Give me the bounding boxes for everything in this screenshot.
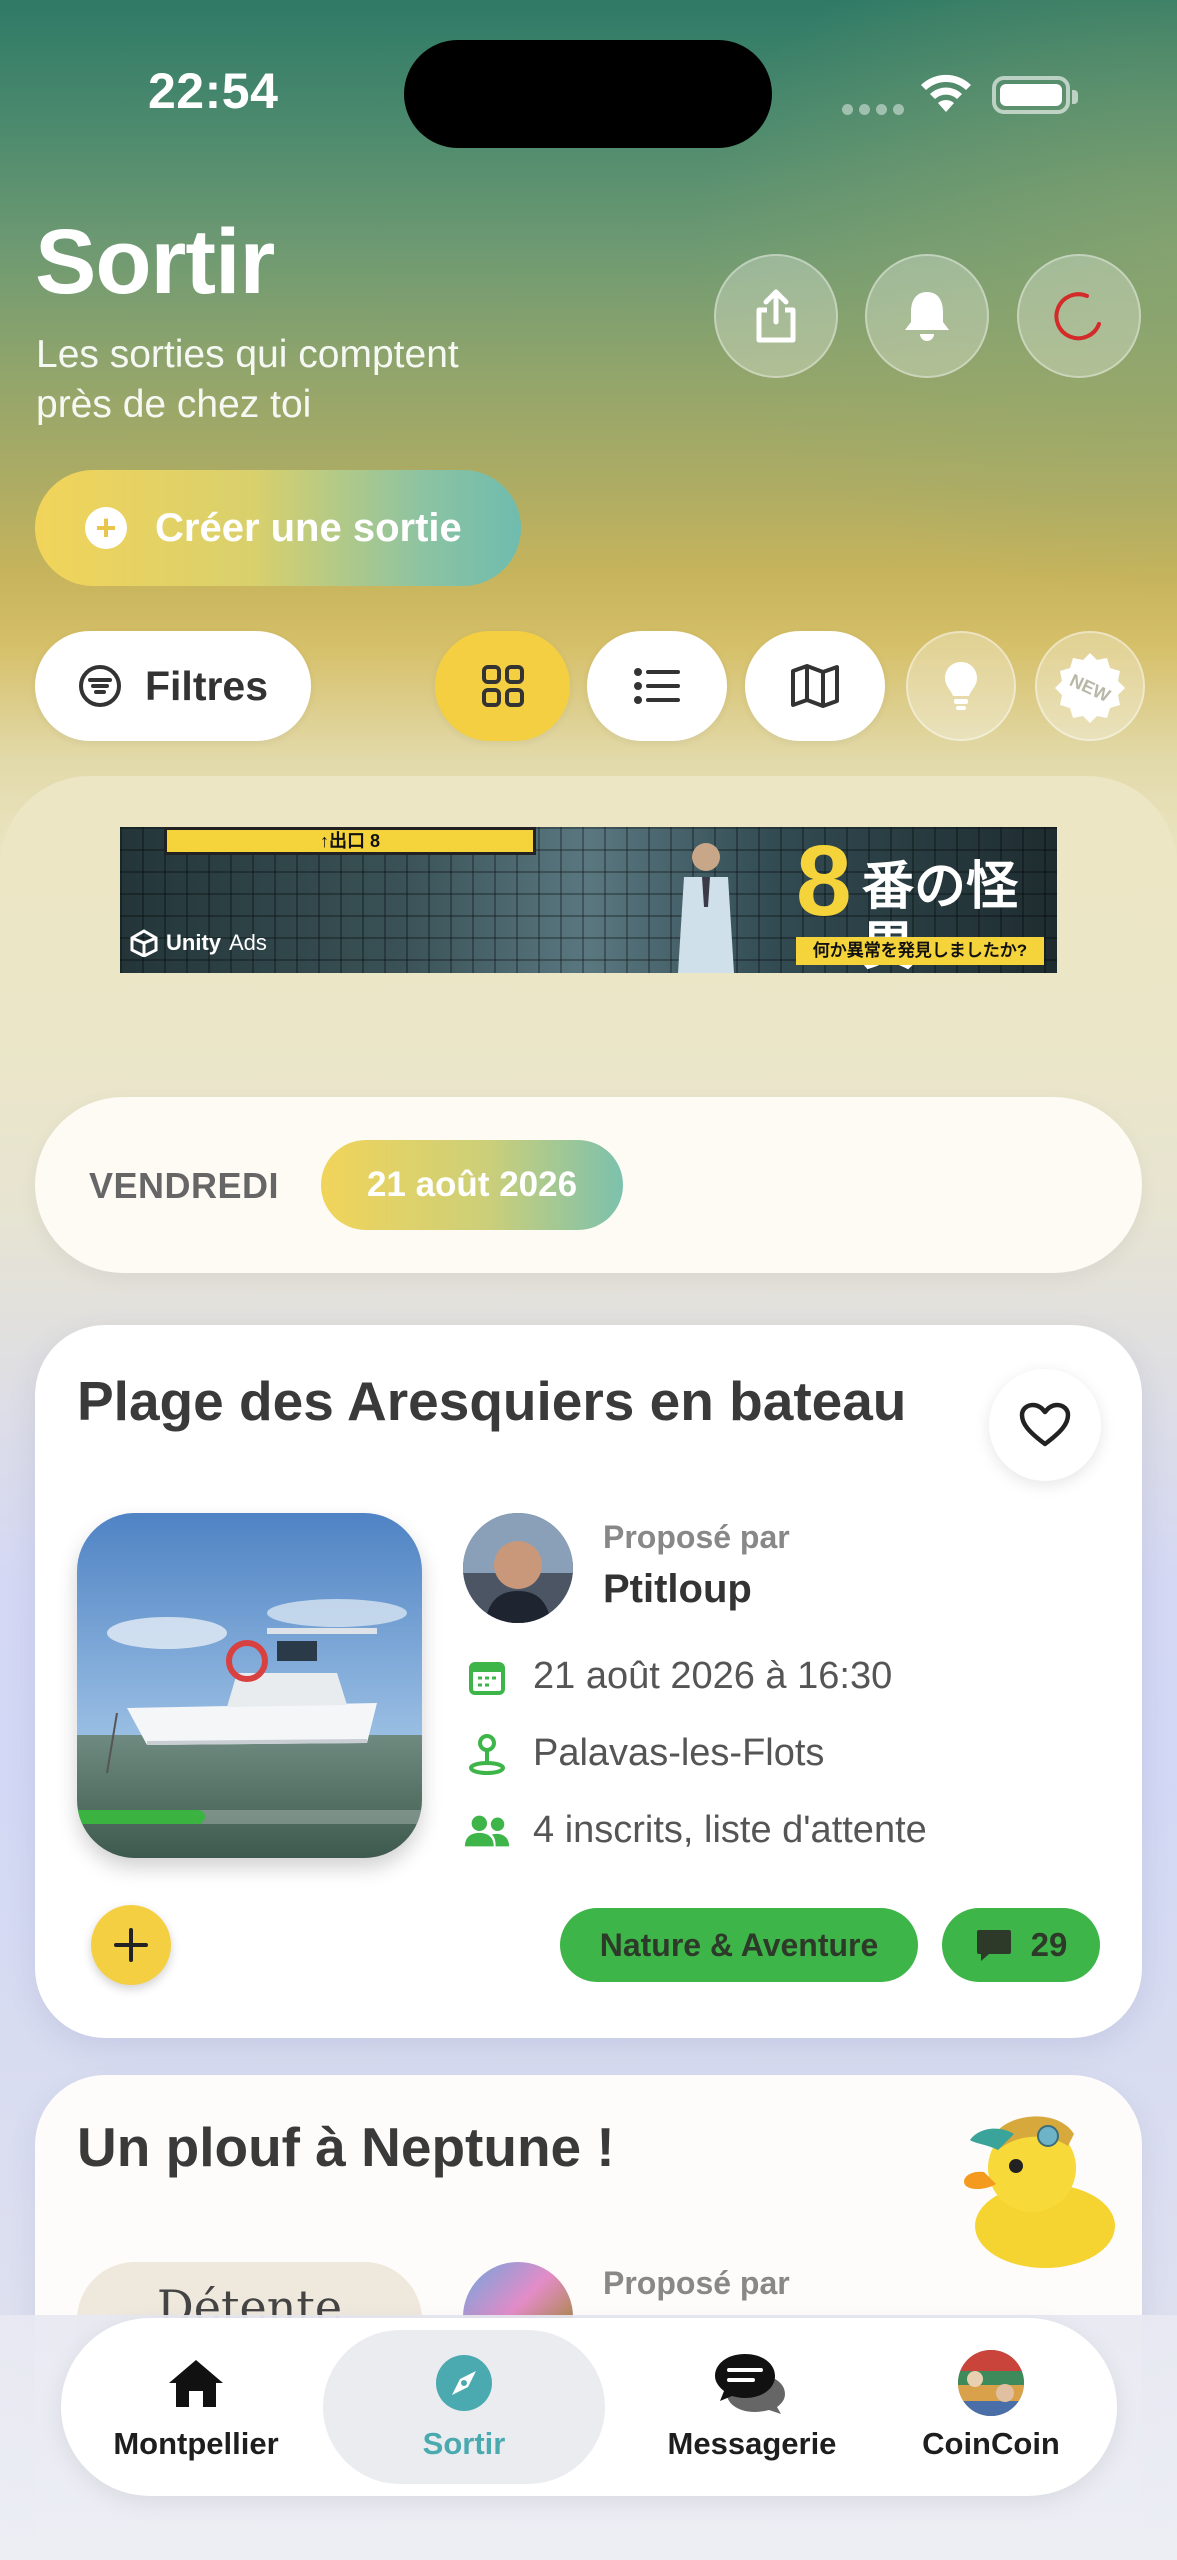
chat-icon [715,2354,785,2414]
plus-icon: + [85,507,127,549]
profile-ring-button[interactable] [1017,254,1141,378]
day-header: VENDREDI 21 août 2026 [35,1097,1142,1273]
subtitle-line-2: près de chez toi [36,383,312,426]
category-badge[interactable]: Nature & Aventure [560,1908,918,1982]
ad-provider-name: Unity [166,930,221,955]
ideas-button[interactable] [906,631,1016,741]
create-outing-button[interactable]: + Créer une sortie [35,470,521,586]
calendar-icon [469,1661,505,1695]
subtitle-line-1: Les sorties qui comptent [36,333,459,376]
join-event-button[interactable] [91,1905,171,1985]
nav-item-coincoin[interactable]: CoinCoin [891,2330,1091,2484]
plus-icon [114,1928,148,1962]
event-datetime: 21 août 2026 à 16:30 [533,1655,893,1697]
comments-button[interactable]: 29 [942,1908,1100,1982]
event-attendees-row: 4 inscrits, liste d'attente [463,1809,927,1852]
dynamic-island [404,40,772,148]
proposer-avatar[interactable] [463,1513,573,1623]
cellular-signal-icon [842,104,904,115]
event-card[interactable]: Plage des Aresquiers en bateau Proposé p… [35,1325,1142,2038]
share-icon [756,289,796,343]
nav-label: Sortir [422,2426,506,2461]
nav-item-messagerie[interactable]: Messagerie [621,2330,883,2484]
home-icon [169,2360,223,2407]
event-photo[interactable] [77,1513,422,1858]
grid-view-button[interactable] [435,631,570,741]
weekday-label: VENDREDI [89,1165,280,1206]
ad-provider-suffix: Ads [229,930,267,955]
notifications-button[interactable] [865,254,989,378]
bottom-nav: Montpellier Sortir Messagerie CoinCoin [61,2318,1117,2496]
ad-provider-logo: Unity Ads [130,929,267,957]
page-subtitle: Les sorties qui comptent près de chez to… [36,330,636,430]
favorite-button[interactable] [989,1369,1101,1481]
map-view-button[interactable] [745,631,885,741]
nav-item-sortir[interactable]: Sortir [323,2330,605,2484]
share-button[interactable] [714,254,838,378]
bell-icon [905,292,949,341]
proposer-name[interactable]: Ptitloup [603,1567,752,1612]
date-pill: 21 août 2026 [321,1140,623,1230]
filters-button[interactable]: Filtres [35,631,311,741]
event-location: Palavas-les-Flots [533,1732,825,1774]
list-icon [634,668,680,704]
location-pin-icon [469,1733,505,1775]
list-view-button[interactable] [587,631,727,741]
unity-icon [130,929,158,957]
nav-label: CoinCoin [922,2426,1060,2461]
new-items-button[interactable]: NEW [1035,631,1145,741]
filters-label: Filtres [145,662,269,709]
create-outing-label: Créer une sortie [155,505,462,550]
ad-headline-number: 8 [796,827,852,937]
new-badge-icon: NEW [1055,653,1125,723]
comment-icon [976,1930,1011,1961]
ad-subline: 何か異常を発見しましたか? [796,937,1044,965]
people-icon [464,1815,510,1846]
event-location-row: Palavas-les-Flots [463,1732,824,1775]
boat-image [77,1513,422,1858]
event-attendees: 4 inscrits, liste d'attente [533,1809,927,1851]
progress-ring-icon [1054,292,1101,341]
duck-mascot-icon[interactable] [950,2098,1130,2278]
compass-icon [436,2355,492,2411]
event-title: Un plouf à Neptune ! [77,2116,615,2178]
event-datetime-row: 21 août 2026 à 16:30 [463,1655,892,1698]
ad-banner[interactable]: ↑出口 8 Unity Ads 8 番の怪異 何か異常を発見しましたか? [120,827,1057,973]
battery-icon [992,76,1078,114]
proposed-by-label: Proposé par [603,1519,790,1555]
lightbulb-icon [945,662,977,710]
grid-icon [481,665,524,707]
map-icon [791,664,839,708]
status-time: 22:54 [148,63,279,119]
nav-item-montpellier[interactable]: Montpellier [87,2330,305,2484]
coincoin-avatar-icon [958,2350,1024,2416]
filter-icon [79,665,121,707]
comment-count: 29 [1030,1926,1068,1963]
heart-icon [1019,1402,1071,1447]
nav-label: Messagerie [667,2426,837,2461]
wifi-icon [921,74,971,112]
page-title: Sortir [35,211,275,313]
ad-person-figure [678,843,734,973]
proposed-by-label: Proposé par [603,2265,790,2301]
nav-label: Montpellier [113,2426,279,2461]
event-fill-progress [77,1810,422,1824]
event-title: Plage des Aresquiers en bateau [77,1370,907,1432]
ad-exit-sign: ↑出口 8 [164,827,536,855]
